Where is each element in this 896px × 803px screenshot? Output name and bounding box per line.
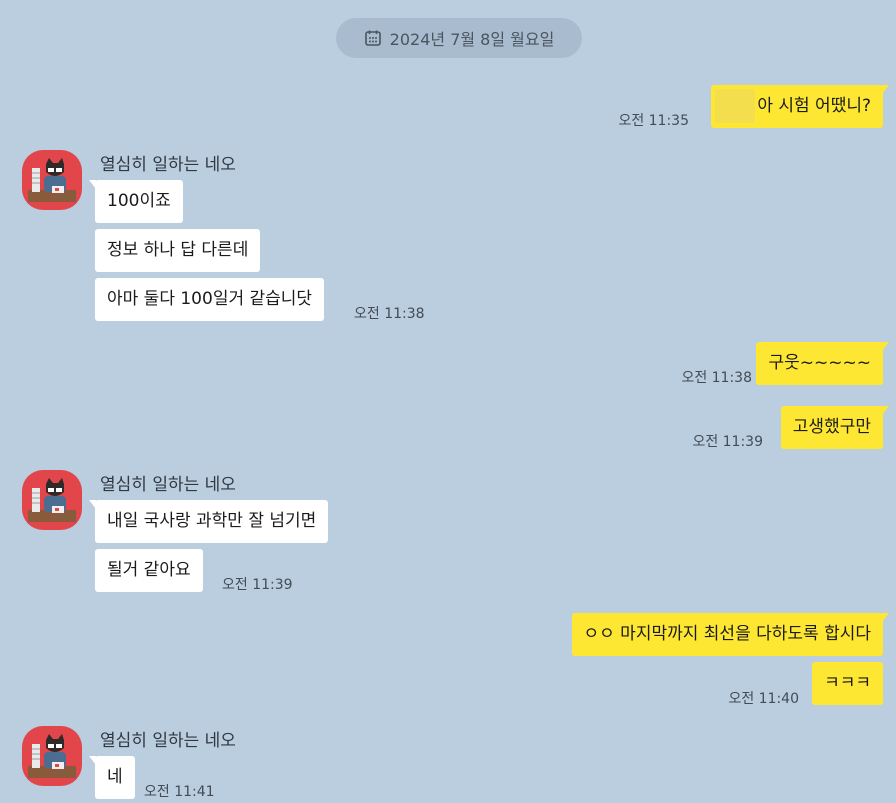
message-time: 오전 11:39 <box>222 577 293 593</box>
message-text: 정보 하나 답 다른데 <box>107 240 249 260</box>
incoming-message[interactable]: 아마 둘다 100일거 같습니닷 <box>95 278 325 321</box>
outgoing-message[interactable]: 구웃~~~~~ <box>756 342 889 385</box>
message-text: 네 <box>107 767 123 787</box>
message-time: 오전 11:39 <box>692 434 763 450</box>
message-text: 100이죠 <box>107 191 171 211</box>
incoming-message[interactable]: 정보 하나 답 다른데 <box>95 229 261 272</box>
message-text: 아마 둘다 100일거 같습니닷 <box>107 289 313 309</box>
incoming-message[interactable]: 100이죠 <box>89 180 183 223</box>
date-divider: 2024년 7월 8일 월요일 <box>336 18 582 58</box>
message-time: 오전 11:41 <box>144 784 215 800</box>
avatar[interactable] <box>22 470 82 530</box>
sender-name: 열심히 일하는 네오 <box>100 155 236 175</box>
outgoing-message[interactable]: ㅋㅋㅋ <box>812 662 883 705</box>
date-divider-text: 2024년 7월 8일 월요일 <box>389 30 555 49</box>
message-time: 오전 11:38 <box>681 370 752 386</box>
outgoing-message[interactable]: ㅇㅇ 마지막까지 최선을 다하도록 합시다 <box>571 613 889 656</box>
outgoing-message[interactable]: 아 시험 어땠니? <box>711 85 889 128</box>
message-text: 아 시험 어땠니? <box>757 96 871 116</box>
message-text: ㅇㅇ 마지막까지 최선을 다하도록 합시다 <box>583 624 872 644</box>
calendar-icon <box>364 29 382 47</box>
sender-name: 열심히 일하는 네오 <box>100 731 236 751</box>
message-time: 오전 11:38 <box>354 306 425 322</box>
sender-name: 열심히 일하는 네오 <box>100 475 236 495</box>
incoming-message[interactable]: 네 <box>89 756 135 799</box>
incoming-message[interactable]: 내일 국사랑 과학만 잘 넘기면 <box>88 500 329 543</box>
outgoing-message[interactable]: 고생했구만 <box>780 406 890 449</box>
message-text: ㅋㅋㅋ <box>824 673 871 693</box>
avatar[interactable] <box>22 150 82 210</box>
incoming-message[interactable]: 될거 같아요 <box>95 549 203 592</box>
message-time: 오전 11:40 <box>728 691 799 707</box>
message-text: 내일 국사랑 과학만 잘 넘기면 <box>107 511 317 531</box>
message-text: 고생했구만 <box>792 417 871 437</box>
avatar[interactable] <box>22 726 82 786</box>
blurred-name-redaction <box>715 89 756 123</box>
message-text: 구웃~~~~~ <box>768 353 871 373</box>
message-time: 오전 11:35 <box>618 113 689 129</box>
message-text: 될거 같아요 <box>107 560 191 580</box>
